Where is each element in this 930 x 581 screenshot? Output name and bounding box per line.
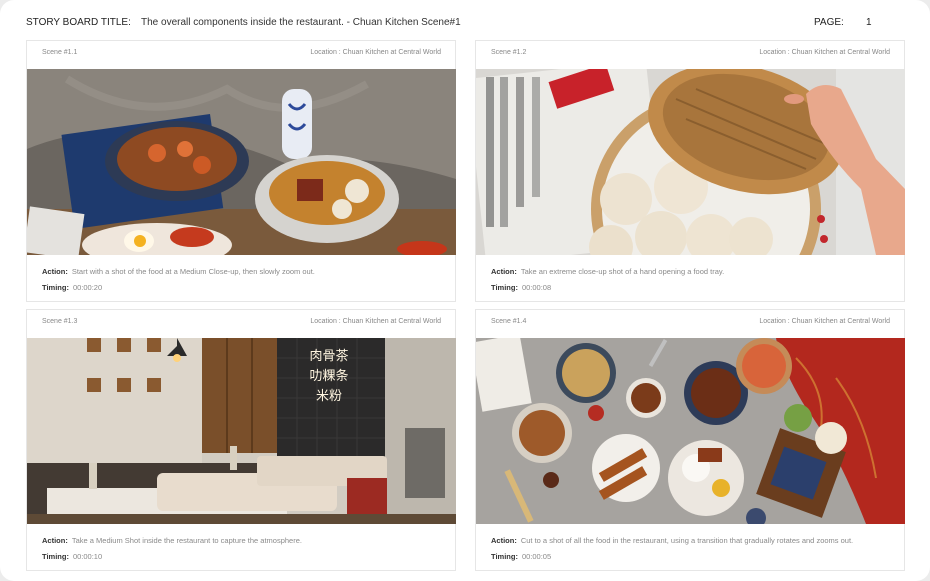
storyboard-header: STORY BOARD TITLE: The overall component…: [26, 17, 904, 31]
action-label: Action:: [491, 536, 517, 545]
title-label: STORY BOARD TITLE:: [26, 17, 131, 28]
action-label: Action:: [42, 267, 68, 276]
scene-location: Location : Chuan Kitchen at Central Worl…: [310, 49, 441, 56]
page-label: PAGE:: [814, 17, 844, 28]
storyboard-sheet: STORY BOARD TITLE: The overall component…: [0, 0, 930, 581]
action-text: Take an extreme close-up shot of a hand …: [520, 267, 725, 276]
scene-location: Location : Chuan Kitchen at Central Worl…: [310, 318, 441, 325]
scene-card-1-1: Scene #1.1 Location : Chuan Kitchen at C…: [26, 40, 456, 302]
neon-line-3: 米粉: [316, 389, 342, 404]
scene-photo-noodles: [27, 69, 456, 255]
action-label: Action:: [491, 267, 517, 276]
scene-photo-spread: [476, 338, 905, 524]
scene-action: Action: Start with a shot of the food at …: [42, 267, 315, 276]
scene-action: Action: Take an extreme close-up shot of …: [491, 267, 724, 276]
timing-label: Timing:: [491, 552, 518, 561]
timing-value: 00:00:20: [72, 283, 103, 292]
scene-timing: Timing: 00:00:20: [42, 283, 102, 292]
scene-card-1-3: Scene #1.3 Location : Chuan Kitchen at C…: [26, 309, 456, 571]
timing-label: Timing:: [42, 283, 69, 292]
timing-label: Timing:: [491, 283, 518, 292]
scene-timing: Timing: 00:00:10: [42, 552, 102, 561]
timing-label: Timing:: [42, 552, 69, 561]
scene-card-1-2: Scene #1.2 Location : Chuan Kitchen at C…: [475, 40, 905, 302]
storyboard-title: The overall components inside the restau…: [141, 17, 461, 28]
scene-card-1-4: Scene #1.4 Location : Chuan Kitchen at C…: [475, 309, 905, 571]
scene-action: Action: Take a Medium Shot inside the res…: [42, 536, 302, 545]
timing-value: 00:00:10: [72, 552, 103, 561]
scene-location: Location : Chuan Kitchen at Central Worl…: [759, 318, 890, 325]
scene-timing: Timing: 00:00:05: [491, 552, 551, 561]
scene-number: Scene #1.4: [491, 318, 527, 325]
action-text: Start with a shot of the food at a Mediu…: [71, 267, 315, 276]
timing-value: 00:00:08: [521, 283, 552, 292]
action-label: Action:: [42, 536, 68, 545]
neon-line-2: 叻粿条: [309, 368, 348, 384]
scene-number: Scene #1.3: [42, 318, 78, 325]
scene-timing: Timing: 00:00:08: [491, 283, 551, 292]
scene-photo-dumplings: [476, 69, 905, 255]
neon-line-1: 肉骨茶: [309, 348, 348, 364]
timing-value: 00:00:05: [521, 552, 552, 561]
page-number: 1: [866, 17, 872, 28]
scene-action: Action: Cut to a shot of all the food in …: [491, 536, 853, 545]
scene-number: Scene #1.2: [491, 49, 527, 56]
scene-photo-interior: 肉骨茶 叻粿条 米粉: [27, 338, 456, 524]
action-text: Cut to a shot of all the food in the res…: [520, 536, 854, 545]
scene-location: Location : Chuan Kitchen at Central Worl…: [759, 49, 890, 56]
scene-number: Scene #1.1: [42, 49, 78, 56]
action-text: Take a Medium Shot inside the restaurant…: [71, 536, 302, 545]
